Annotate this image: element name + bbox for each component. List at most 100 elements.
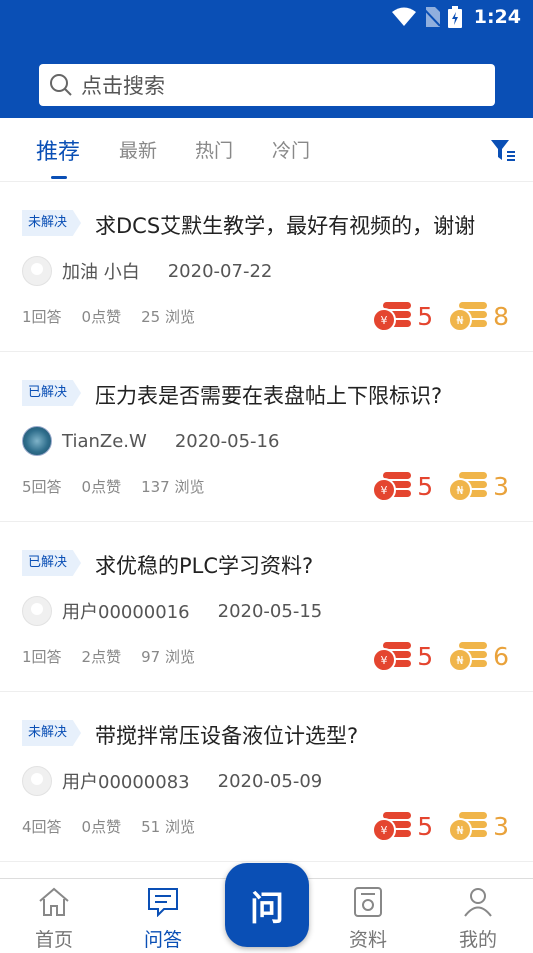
view-count: 25 浏览 (141, 308, 195, 326)
rewards: ¥ 5 ₦ 8 (371, 300, 509, 332)
red-coin-reward: ¥ 5 (371, 640, 433, 672)
nav-qa-label: 问答 (143, 929, 182, 951)
question-list: 未解决 求DCS艾默生教学，最好有视频的，谢谢 加油 小白 2020-07-22… (0, 182, 533, 862)
gold-coin-value: 8 (493, 301, 509, 331)
gold-coin-icon: ₦ (448, 472, 488, 502)
battery-charging-icon (447, 6, 462, 28)
stats-row: 1回答 2点赞 97 浏览 (22, 646, 195, 667)
answer-count: 1回答 (22, 648, 62, 666)
post-date: 2020-05-09 (217, 770, 323, 792)
red-coin-icon: ¥ (372, 642, 412, 672)
nav-qa[interactable]: 问答 (123, 887, 203, 952)
question-title[interactable]: 求优稳的PLC学习资料? (95, 550, 313, 580)
wifi-icon (391, 7, 416, 26)
status-icons: 1:24 (391, 6, 521, 28)
nav-home[interactable]: 首页 (14, 887, 94, 952)
ask-question-button[interactable]: 问 (225, 863, 309, 947)
red-coin-value: 5 (417, 811, 434, 841)
category-tabs: 推荐 最新 热门 冷门 (0, 118, 533, 182)
answer-count: 5回答 (22, 478, 62, 496)
red-coin-value: 5 (417, 301, 434, 331)
answer-count: 4回答 (22, 818, 62, 836)
filter-icon (491, 140, 515, 161)
question-title[interactable]: 压力表是否需要在表盘帖上下限标识? (95, 380, 442, 410)
status-bar: 1:24 (0, 0, 533, 36)
like-count: 0点赞 (81, 308, 122, 326)
svg-text:¥: ¥ (381, 314, 388, 327)
view-count: 51 浏览 (141, 818, 195, 836)
author-row: TianZe.W 2020-05-16 (22, 426, 279, 456)
status-badge: 已解决 (22, 380, 82, 406)
nav-mine-label: 我的 (458, 929, 497, 951)
gold-coin-reward: ₦ 6 (447, 640, 509, 672)
svg-text:₦: ₦ (457, 654, 464, 667)
user-icon (464, 888, 492, 917)
red-coin-reward: ¥ 5 (371, 810, 433, 842)
filter-button[interactable] (489, 136, 517, 164)
nav-materials-label: 资料 (348, 929, 387, 951)
status-badge: 已解决 (22, 550, 82, 576)
red-coin-icon: ¥ (372, 472, 412, 502)
rewards: ¥ 5 ₦ 6 (371, 640, 509, 672)
gold-coin-icon: ₦ (448, 642, 488, 672)
like-count: 2点赞 (81, 648, 122, 666)
tab-latest[interactable]: 最新 (119, 136, 157, 163)
tab-indicator (51, 176, 67, 179)
post-date: 2020-05-15 (217, 600, 323, 622)
question-title[interactable]: 带搅拌常压设备液位计选型? (95, 720, 358, 750)
svg-text:¥: ¥ (381, 654, 388, 667)
tab-cold[interactable]: 冷门 (272, 136, 310, 163)
red-coin-icon: ¥ (372, 302, 412, 332)
search-input[interactable]: 点击搜索 (39, 64, 495, 106)
question-title[interactable]: 求DCS艾默生教学，最好有视频的，谢谢 (95, 210, 475, 240)
gold-coin-reward: ₦ 8 (447, 300, 509, 332)
avatar-silhouette (31, 263, 43, 275)
gold-coin-value: 3 (493, 471, 509, 501)
tab-hot[interactable]: 热门 (195, 136, 233, 163)
status-badge: 未解决 (22, 210, 82, 236)
rewards: ¥ 5 ₦ 3 (371, 810, 509, 842)
red-coin-reward: ¥ 5 (371, 300, 433, 332)
nav-home-label: 首页 (34, 929, 73, 951)
view-count: 137 浏览 (141, 478, 205, 496)
rewards: ¥ 5 ₦ 3 (371, 470, 509, 502)
tab-recommend[interactable]: 推荐 (36, 134, 80, 166)
author-row: 加油 小白 2020-07-22 (22, 256, 272, 286)
answer-count: 1回答 (22, 308, 62, 326)
author-name[interactable]: TianZe.W (62, 431, 147, 452)
author-name[interactable]: 加油 小白 (62, 258, 140, 284)
avatar[interactable] (22, 596, 52, 626)
red-coin-value: 5 (417, 641, 434, 671)
red-coin-icon: ¥ (372, 812, 412, 842)
search-icon (50, 74, 72, 96)
avatar-silhouette (31, 773, 43, 785)
no-sim-icon (423, 7, 440, 27)
nav-mine[interactable]: 我的 (438, 887, 518, 952)
home-icon (39, 887, 69, 916)
gold-coin-icon: ₦ (448, 812, 488, 842)
nav-materials[interactable]: 资料 (328, 887, 408, 952)
like-count: 0点赞 (81, 818, 122, 836)
gold-coin-reward: ₦ 3 (447, 470, 509, 502)
gold-coin-icon: ₦ (448, 302, 488, 332)
red-coin-reward: ¥ 5 (371, 470, 433, 502)
qa-icon (148, 888, 178, 918)
stats-row: 4回答 0点赞 51 浏览 (22, 816, 195, 837)
svg-text:₦: ₦ (457, 484, 464, 497)
avatar[interactable] (22, 426, 52, 456)
question-item[interactable]: 已解决 求优稳的PLC学习资料? 用户00000016 2020-05-15 1… (0, 522, 533, 692)
svg-text:¥: ¥ (381, 824, 388, 837)
search-placeholder: 点击搜索 (81, 74, 165, 98)
stats-row: 1回答 0点赞 25 浏览 (22, 306, 195, 327)
avatar[interactable] (22, 256, 52, 286)
status-badge: 未解决 (22, 720, 82, 746)
question-item[interactable]: 未解决 求DCS艾默生教学，最好有视频的，谢谢 加油 小白 2020-07-22… (0, 182, 533, 352)
question-item[interactable]: 未解决 带搅拌常压设备液位计选型? 用户00000083 2020-05-09 … (0, 692, 533, 862)
question-item[interactable]: 已解决 压力表是否需要在表盘帖上下限标识? TianZe.W 2020-05-1… (0, 352, 533, 522)
author-name[interactable]: 用户00000083 (62, 768, 190, 794)
author-name[interactable]: 用户00000016 (62, 598, 190, 624)
svg-text:₦: ₦ (457, 314, 464, 327)
status-time: 1:24 (473, 6, 521, 28)
post-date: 2020-05-16 (174, 430, 280, 452)
avatar[interactable] (22, 766, 52, 796)
